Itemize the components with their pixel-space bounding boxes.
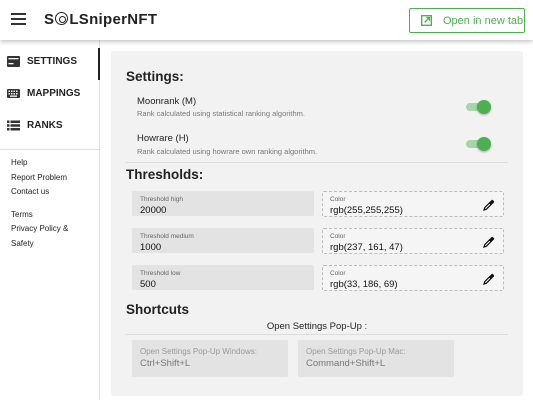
- howrare-description: Rank calculated using howrare own rankin…: [137, 147, 318, 156]
- sidebar: SETTINGS MAPPINGS RANKS Help Report Prob…: [0, 40, 100, 400]
- brand-logo-o: [55, 12, 69, 25]
- field-label: Color: [330, 233, 346, 240]
- privacy-policy-link[interactable]: Privacy Policy &: [11, 222, 99, 237]
- sidebar-item-settings[interactable]: SETTINGS: [0, 45, 100, 80]
- toggle-knob: [477, 137, 491, 151]
- field-label: Open Settings Pop-Up Windows:: [140, 347, 257, 356]
- field-value: rgb(33, 186, 69): [330, 279, 398, 290]
- field-value: rgb(237, 161, 47): [330, 242, 403, 253]
- shortcuts-title: Shortcuts: [126, 302, 190, 317]
- field-value: Command+Shift+L: [306, 358, 386, 369]
- app-header: S LSniperNFT Open in new tab: [0, 0, 533, 40]
- threshold-medium-color-field[interactable]: Color rgb(237, 161, 47): [322, 228, 504, 254]
- section-divider: [126, 162, 508, 163]
- help-link[interactable]: Help: [11, 156, 99, 171]
- terms-link[interactable]: Terms: [11, 208, 99, 223]
- windows-shortcut-field[interactable]: Open Settings Pop-Up Windows: Ctrl+Shift…: [132, 340, 288, 377]
- toggle-knob: [477, 100, 491, 114]
- threshold-medium-field[interactable]: Threshold medium 1000: [132, 228, 314, 253]
- field-label: Threshold high: [140, 196, 183, 203]
- sidebar-item-label: RANKS: [27, 119, 63, 131]
- app-brand: S LSniperNFT: [44, 11, 158, 28]
- sidebar-links: Help Report Problem Contact us Terms Pri…: [0, 150, 99, 251]
- threshold-low-field[interactable]: Threshold low 500: [132, 265, 314, 290]
- settings-panel: Settings: Moonrank (M) Rank calculated u…: [111, 51, 523, 396]
- field-label: Threshold medium: [140, 233, 194, 240]
- field-label: Threshold low: [140, 270, 181, 277]
- section-divider: [126, 334, 508, 335]
- thresholds-title: Thresholds:: [126, 167, 204, 182]
- eyedropper-icon[interactable]: [483, 236, 495, 248]
- field-label: Open Settings Pop-Up Mac:: [306, 347, 406, 356]
- settings-card-icon: [7, 55, 20, 67]
- howrare-toggle[interactable]: [466, 137, 491, 151]
- eyedropper-icon[interactable]: [483, 199, 495, 211]
- report-problem-link[interactable]: Report Problem: [11, 171, 99, 186]
- field-value: 20000: [140, 205, 167, 216]
- howrare-title: Howrare (H): [137, 133, 189, 144]
- field-label: Color: [330, 196, 346, 203]
- shortcuts-heading: Open Settings Pop-Up :: [266, 321, 368, 332]
- eyedropper-icon[interactable]: [483, 273, 495, 285]
- field-value: Ctrl+Shift+L: [140, 358, 191, 369]
- keyboard-icon: [7, 88, 20, 98]
- menu-icon[interactable]: [11, 13, 26, 25]
- moonrank-title: Moonrank (M): [137, 96, 197, 107]
- sidebar-item-label: SETTINGS: [27, 55, 78, 67]
- contact-us-link[interactable]: Contact us: [11, 185, 99, 200]
- field-value: 1000: [140, 242, 162, 253]
- threshold-low-color-field[interactable]: Color rgb(33, 186, 69): [322, 265, 504, 291]
- moonrank-toggle[interactable]: [466, 100, 491, 114]
- threshold-high-field[interactable]: Threshold high 20000: [132, 191, 314, 216]
- open-in-new-tab-label: Open in new tab: [443, 14, 524, 27]
- list-icon: [7, 120, 20, 130]
- mac-shortcut-field[interactable]: Open Settings Pop-Up Mac: Command+Shift+…: [298, 340, 454, 377]
- threshold-high-color-field[interactable]: Color rgb(255,255,255): [322, 191, 504, 217]
- sidebar-item-label: MAPPINGS: [27, 87, 81, 99]
- open-external-icon: [421, 15, 432, 26]
- field-value: rgb(255,255,255): [330, 205, 403, 216]
- sidebar-item-mappings[interactable]: MAPPINGS: [0, 77, 99, 109]
- open-in-new-tab-button[interactable]: Open in new tab: [409, 8, 525, 33]
- settings-title: Settings:: [126, 69, 184, 84]
- privacy-policy-link-safety[interactable]: Safety: [11, 237, 99, 252]
- field-label: Color: [330, 270, 346, 277]
- field-value: 500: [140, 279, 156, 290]
- moonrank-description: Rank calculated using statistical rankin…: [137, 109, 305, 118]
- sidebar-item-ranks[interactable]: RANKS: [0, 109, 99, 141]
